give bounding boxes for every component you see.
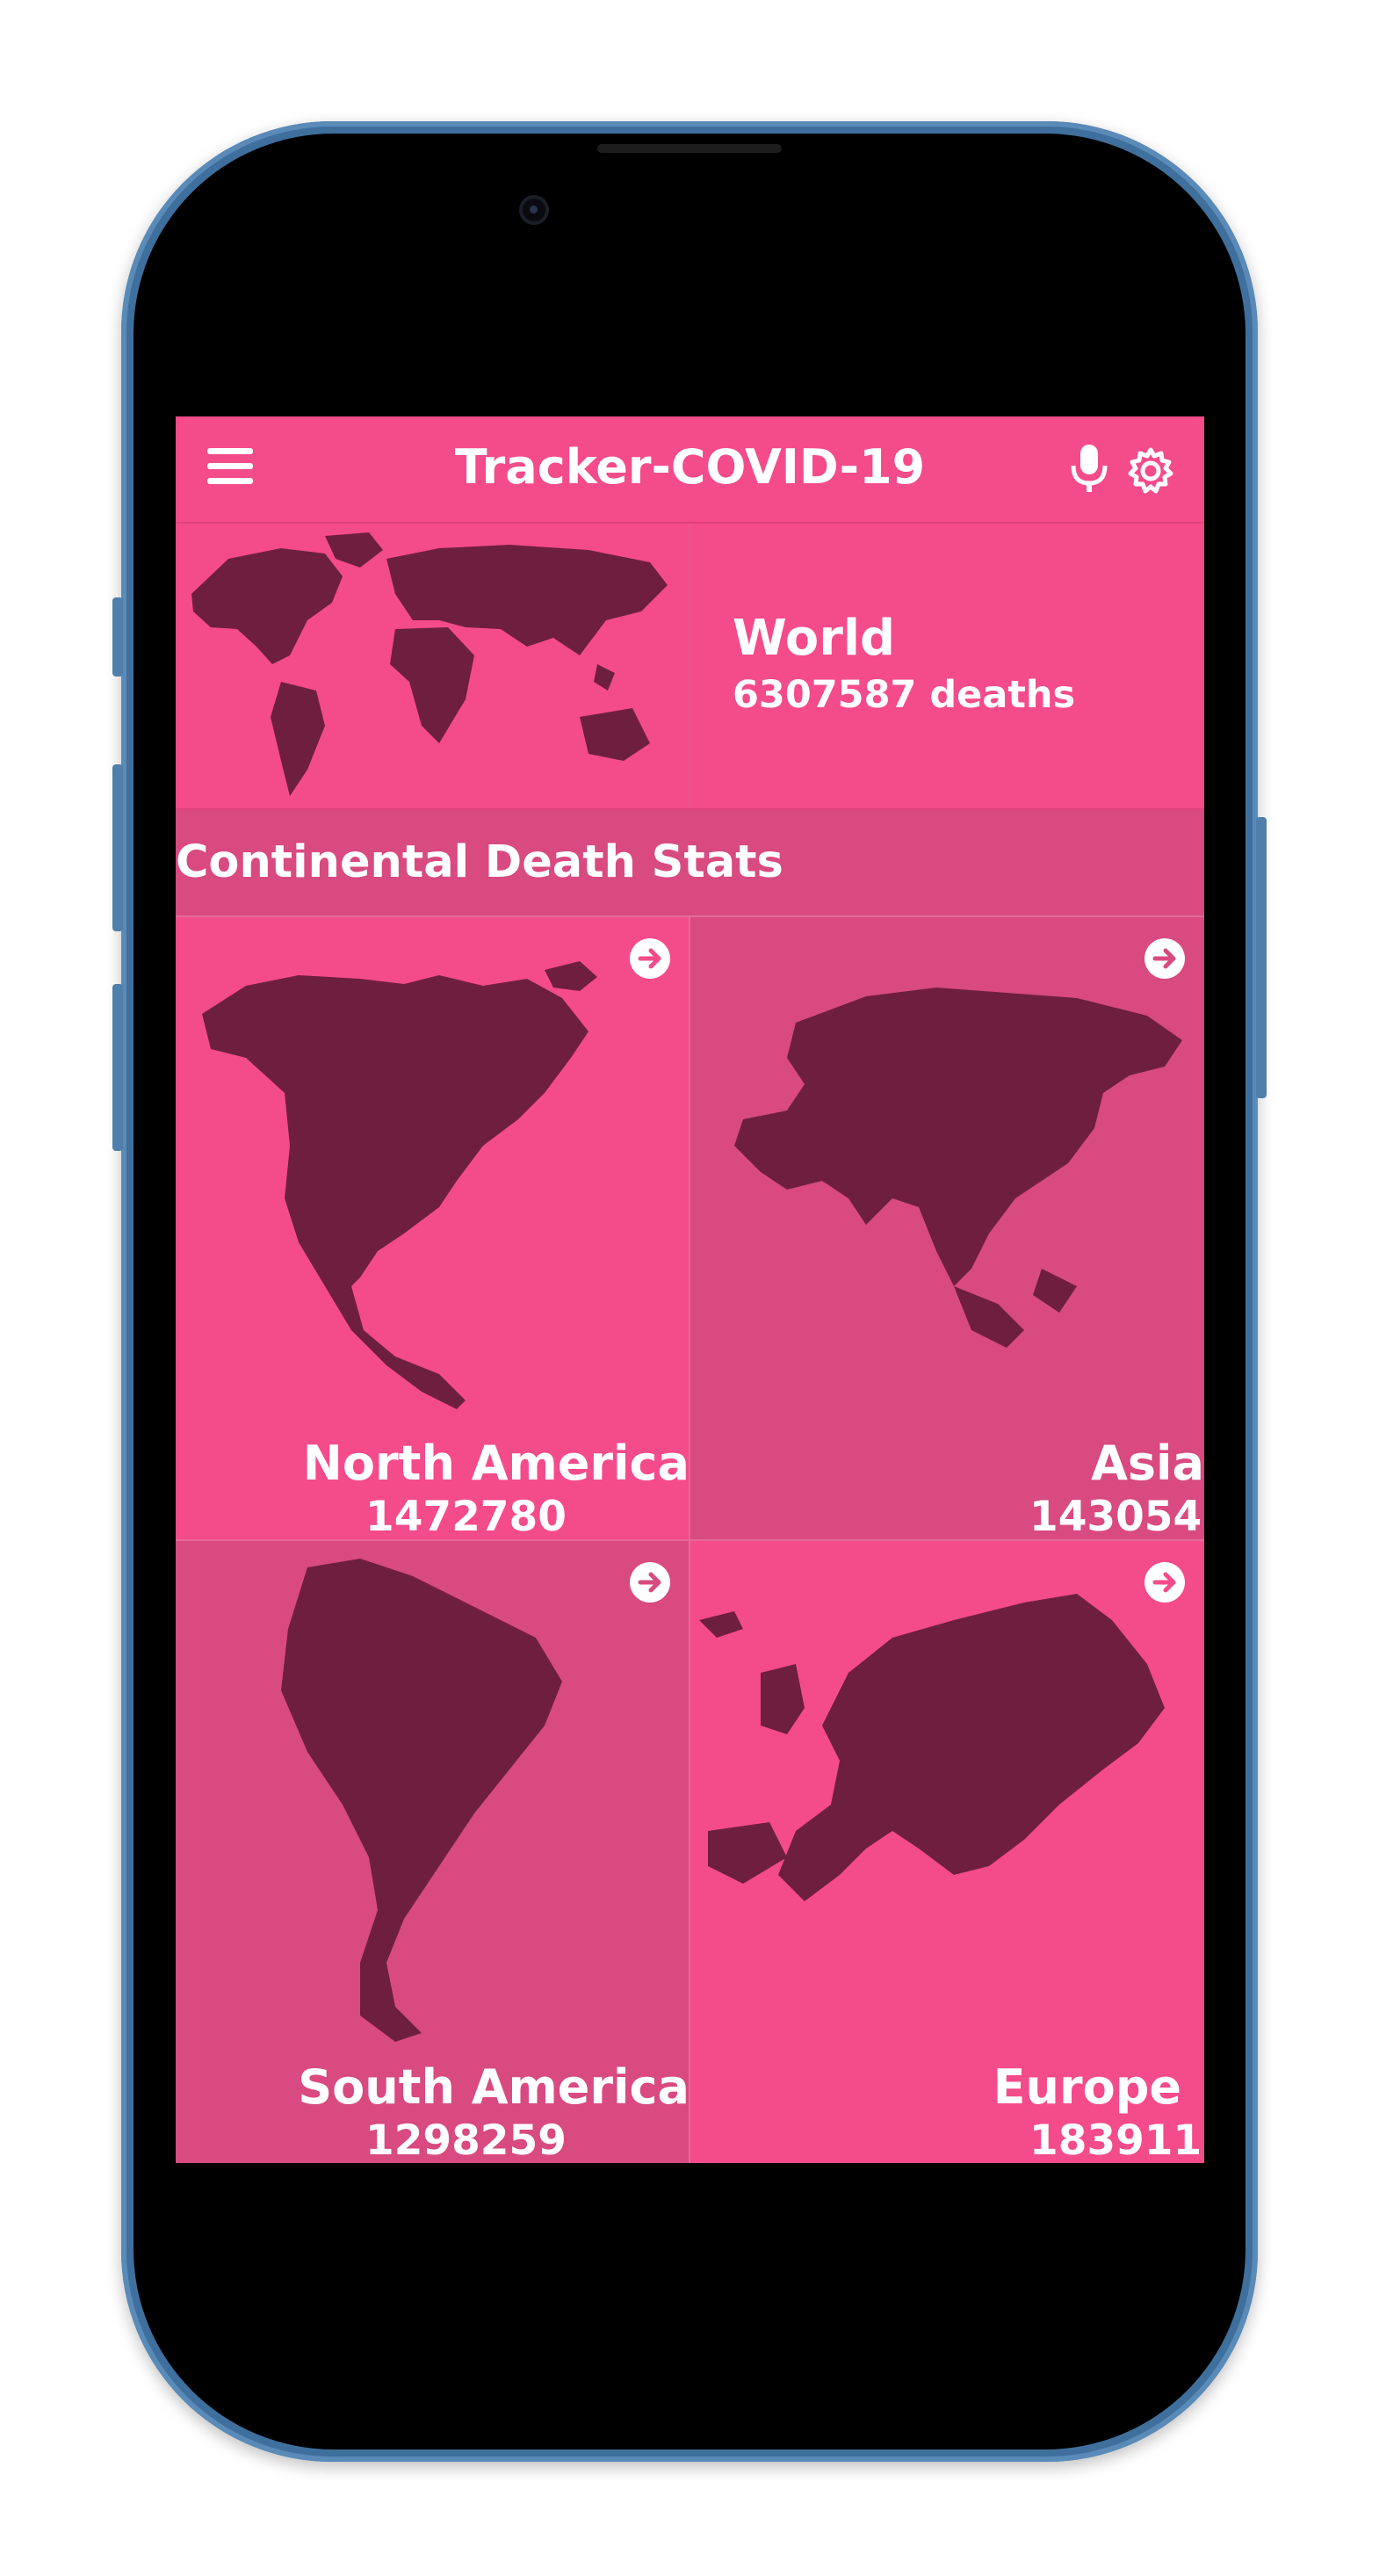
continent-name: South America <box>298 2059 690 2115</box>
continent-name: Asia <box>1091 1436 1204 1491</box>
microphone-icon[interactable] <box>1063 441 1115 497</box>
continent-card-asia[interactable]: Asia 1430541 <box>690 917 1204 1541</box>
continent-name: North America <box>302 1436 690 1491</box>
volume-up-button <box>112 764 123 931</box>
south-america-map-icon <box>281 1559 562 2042</box>
arrow-right-icon[interactable] <box>630 1562 670 1603</box>
arrow-right-icon[interactable] <box>630 938 670 979</box>
continent-death-count: 1430541 <box>1029 1493 1204 1541</box>
menu-icon[interactable] <box>207 448 253 490</box>
world-summary-card[interactable]: World 6307587 deaths <box>176 524 1204 810</box>
world-map-icon <box>191 532 668 796</box>
continent-card-north-america[interactable]: North America 1472780 <box>176 917 690 1541</box>
continent-card-south-america[interactable]: South America 1298259 <box>176 1541 690 2163</box>
gear-icon[interactable] <box>1124 445 1177 497</box>
world-card-divider <box>689 524 690 808</box>
section-title: Continental Death Stats <box>176 836 783 888</box>
arrow-right-icon[interactable] <box>1144 1562 1185 1603</box>
asia-map-icon <box>734 988 1182 1348</box>
earpiece-speaker <box>597 144 782 153</box>
power-button <box>1256 817 1267 1098</box>
continent-death-count: 1298259 <box>365 2117 567 2163</box>
continent-death-count: 1839118 <box>1029 2117 1204 2163</box>
arrow-right-icon[interactable] <box>1144 938 1185 979</box>
continent-name: Europe <box>993 2059 1181 2115</box>
europe-map-icon <box>699 1594 1165 1901</box>
app-bar: Tracker-COVID-19 <box>176 416 1204 524</box>
world-name: World <box>733 610 896 667</box>
continent-card-europe[interactable]: Europe 1839118 <box>690 1541 1204 2163</box>
mute-switch <box>112 597 123 677</box>
volume-down-button <box>112 984 123 1151</box>
front-camera-icon <box>519 195 549 225</box>
app-screen: Tracker-COVID-19 World 6307587 deaths Co… <box>176 416 1204 2163</box>
section-header: Continental Death Stats <box>176 810 1204 917</box>
grid-divider-horizontal <box>176 1539 1204 1541</box>
continent-death-count: 1472780 <box>365 1493 567 1541</box>
world-deaths: 6307587 deaths <box>733 673 1076 717</box>
north-america-map-icon <box>202 961 597 1409</box>
app-title: Tracker-COVID-19 <box>454 439 926 495</box>
